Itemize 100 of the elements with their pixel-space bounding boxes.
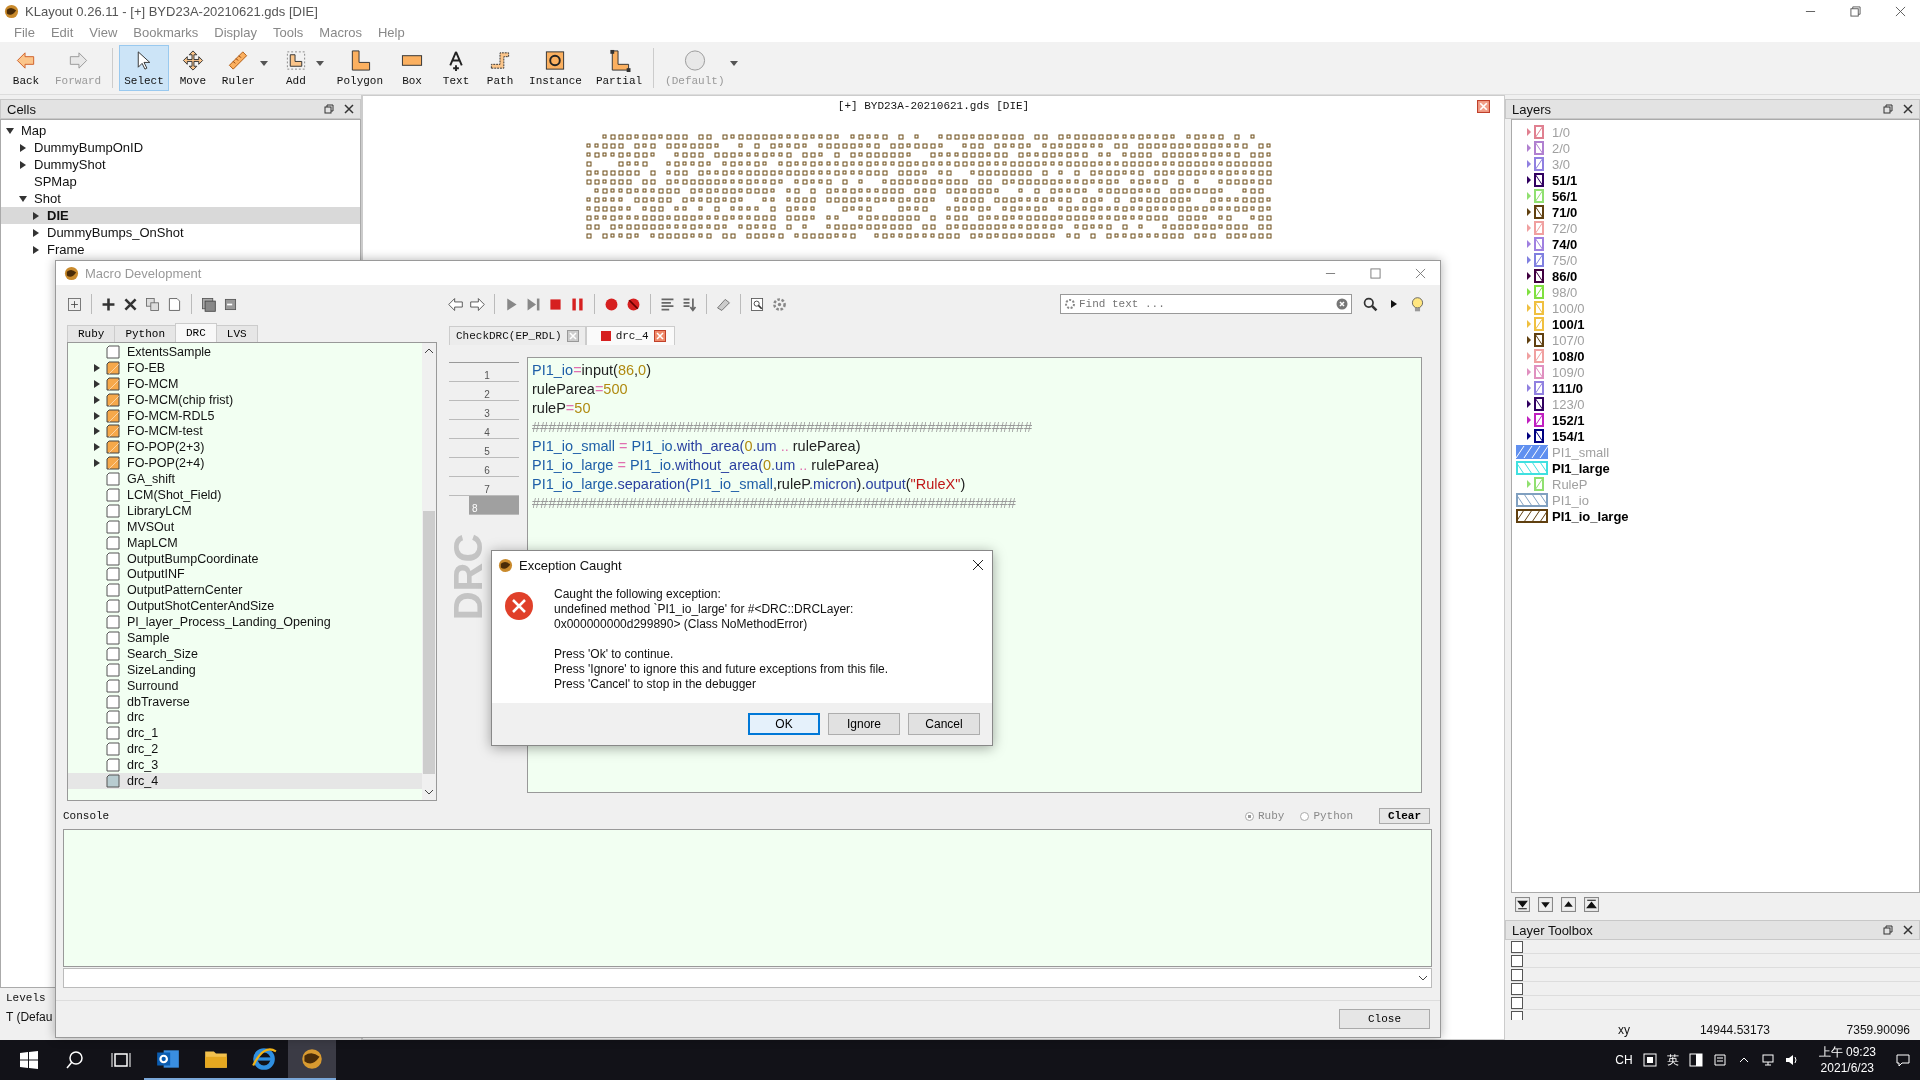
tree-item[interactable]: Sample	[68, 630, 422, 646]
tab[interactable]: Ruby	[67, 325, 116, 342]
lightbulb-icon[interactable]	[1409, 295, 1426, 313]
expander-icon[interactable]	[19, 194, 27, 203]
checkbox[interactable]	[1511, 968, 1523, 981]
expander-icon[interactable]	[94, 363, 100, 372]
tree-item[interactable]: drc_1	[68, 725, 422, 742]
tree-item[interactable]: MapLCM	[68, 534, 422, 551]
tree-item[interactable]: LibraryLCM	[68, 502, 422, 519]
expander-icon[interactable]	[94, 379, 100, 388]
tree-item[interactable]: drc_3	[68, 757, 422, 774]
toolbar-button[interactable]: Partial	[590, 45, 648, 91]
tab[interactable]: DRC	[175, 323, 217, 342]
tree-item[interactable]: SizeLanding	[68, 661, 422, 678]
move-up-icon[interactable]	[1561, 897, 1576, 912]
tree-item[interactable]: DummyBumps_OnShot	[1, 224, 360, 241]
tree-item[interactable]: DummyShot	[1, 156, 360, 173]
radio-icon[interactable]	[1300, 811, 1310, 821]
tab[interactable]: LVS	[215, 325, 258, 342]
play-icon[interactable]	[1389, 299, 1399, 309]
menu-item[interactable]: Bookmarks	[125, 24, 207, 40]
tree-item[interactable]: PI_layer_Process_Landing_Opening	[68, 614, 422, 631]
checkbox[interactable]	[1511, 954, 1523, 967]
clear-icon[interactable]	[1336, 298, 1348, 310]
radio-icon[interactable]	[1244, 811, 1254, 821]
network-icon[interactable]	[1760, 1053, 1775, 1067]
page-search-icon[interactable]	[749, 295, 766, 313]
tree-item[interactable]: LCM(Shot_Field)	[68, 487, 422, 503]
layer-item[interactable]: 74/0	[1516, 236, 1919, 252]
console-input[interactable]	[63, 968, 1432, 988]
close-icon[interactable]	[344, 104, 354, 114]
layer-item[interactable]: 51/1	[1516, 172, 1919, 188]
layer-item[interactable]: 86/0	[1516, 268, 1919, 284]
tree-item[interactable]: OutputINF	[68, 566, 422, 583]
expander-icon[interactable]	[94, 411, 100, 420]
window-icon[interactable]	[1688, 1053, 1703, 1067]
menu-item[interactable]: Macros	[311, 24, 370, 40]
toolbar-button[interactable]: Select	[119, 45, 169, 91]
tree-item[interactable]: Map	[1, 122, 360, 139]
menu-item[interactable]: Edit	[42, 24, 82, 40]
menu-item[interactable]: View	[81, 24, 126, 40]
layer-item[interactable]: 108/0	[1516, 348, 1919, 364]
level-item[interactable]: T (Defau	[6, 1010, 53, 1024]
volume-icon[interactable]	[1784, 1053, 1799, 1067]
expander-icon[interactable]	[94, 443, 100, 452]
close-icon[interactable]	[1903, 925, 1913, 935]
layer-item[interactable]: 154/1	[1516, 428, 1919, 444]
task-view-icon[interactable]	[111, 1050, 131, 1070]
tree-item[interactable]: DIE	[1, 207, 360, 224]
float-icon[interactable]	[1883, 925, 1893, 935]
toolbar-button[interactable]: Polygon	[331, 45, 389, 91]
tree-item[interactable]: FO-MCM(chip frist)	[68, 391, 422, 408]
menu-item[interactable]: Tools	[264, 24, 312, 40]
expander-icon[interactable]	[32, 228, 40, 237]
move-down-icon[interactable]	[1538, 897, 1553, 912]
expander-icon[interactable]	[19, 143, 27, 152]
search-field[interactable]: Find text ...	[1060, 294, 1352, 314]
checkbox[interactable]	[1511, 940, 1523, 953]
layer-item[interactable]: 100/1	[1516, 316, 1919, 332]
menu-item[interactable]: File	[6, 24, 43, 40]
expander-icon[interactable]	[6, 126, 14, 135]
tree-item[interactable]: OutputPatternCenter	[68, 582, 422, 599]
arrow-left-icon[interactable]	[447, 295, 464, 313]
move-top-icon[interactable]	[1584, 897, 1599, 912]
taskbar-app[interactable]	[288, 1040, 336, 1080]
move-bottom-icon[interactable]	[1515, 897, 1530, 912]
layer-item[interactable]: 56/1	[1516, 188, 1919, 204]
toolbar-button[interactable]: Instance	[524, 45, 587, 91]
tree-item[interactable]: FO-POP(2+4)	[68, 455, 422, 472]
tree-item[interactable]: SPMap	[1, 173, 360, 190]
dialog-button[interactable]: Cancel	[908, 713, 980, 735]
close-icon[interactable]	[1903, 104, 1913, 114]
tree-item[interactable]: FO-EB	[68, 359, 422, 376]
caret-up-icon[interactable]	[424, 347, 434, 355]
clock-time[interactable]: 上午 09:23	[1818, 1044, 1876, 1060]
tab[interactable]: Python	[114, 325, 176, 342]
tree-item[interactable]: OutputShotCenterAndSize	[68, 598, 422, 615]
language-indicator[interactable]: CH	[1615, 1053, 1633, 1067]
scrollbar[interactable]	[422, 343, 436, 800]
expander-icon[interactable]	[19, 160, 27, 169]
tree-item[interactable]: OutputBumpCoordinate	[68, 550, 422, 567]
arrow-right-icon[interactable]	[469, 295, 486, 313]
search-icon[interactable]	[1362, 295, 1379, 313]
search-icon[interactable]	[65, 1050, 85, 1070]
layer-item[interactable]: PI1_large	[1516, 460, 1919, 476]
settings-icon[interactable]	[771, 295, 788, 313]
dropdown-arrow-icon[interactable]	[259, 60, 268, 66]
float-icon[interactable]	[324, 104, 334, 114]
expander-icon[interactable]	[32, 211, 40, 220]
menu-item[interactable]: Display	[206, 24, 265, 40]
copy-icon[interactable]	[144, 295, 161, 313]
toolbar-button[interactable]: Move	[172, 45, 213, 91]
tree-item[interactable]: drc_2	[68, 741, 422, 758]
tree-item[interactable]: Frame	[1, 241, 360, 258]
expander-icon[interactable]	[94, 395, 100, 404]
toolbar-button[interactable]: Add	[275, 45, 316, 91]
tree-item[interactable]: DummyBumpOnID	[1, 139, 360, 156]
caret-down-icon[interactable]	[424, 788, 434, 796]
clear-button[interactable]: Clear	[1379, 808, 1430, 824]
input-method-indicator[interactable]: 英	[1666, 1051, 1679, 1069]
